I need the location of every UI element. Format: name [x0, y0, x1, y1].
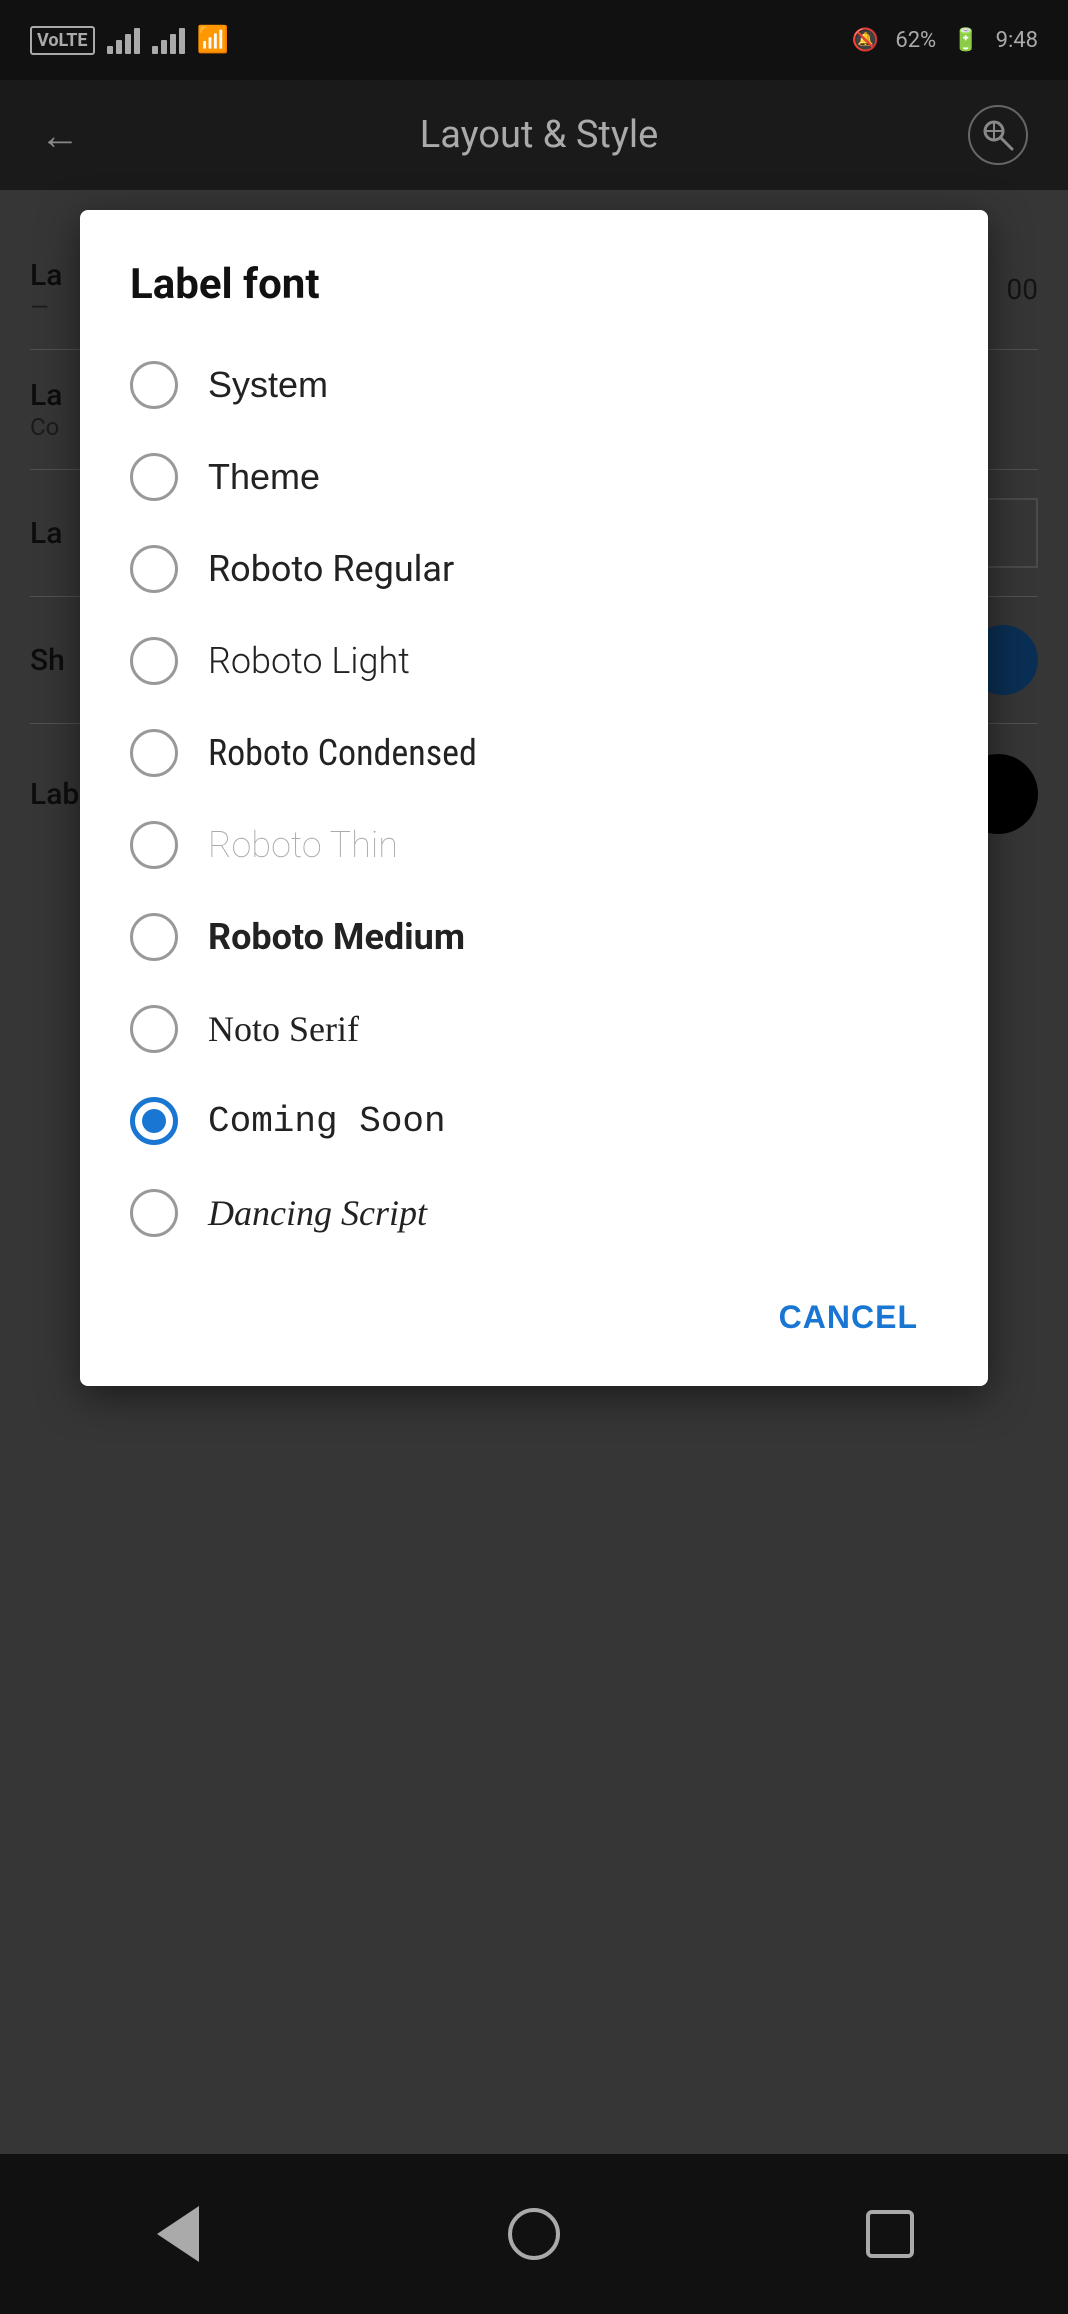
font-label-roboto-regular: Roboto Regular [208, 548, 454, 590]
home-nav-button[interactable] [494, 2194, 574, 2274]
font-option-roboto-condensed[interactable]: Roboto Condensed [130, 707, 938, 799]
clock: 9:48 [996, 28, 1038, 53]
font-option-roboto-medium[interactable]: Roboto Medium [130, 891, 938, 983]
signal-bar [170, 34, 176, 54]
font-label-dancing-script: Dancing Script [208, 1192, 427, 1234]
font-option-theme[interactable]: Theme [130, 431, 938, 523]
radio-roboto-condensed[interactable] [130, 729, 178, 777]
recent-nav-button[interactable] [850, 2194, 930, 2274]
radio-noto-serif[interactable] [130, 1005, 178, 1053]
wifi-icon: 📶 [197, 25, 229, 55]
font-label-theme: Theme [208, 456, 320, 498]
font-options-list: System Theme Roboto Regular Roboto Light… [130, 339, 938, 1259]
font-option-noto-serif[interactable]: Noto Serif [130, 983, 938, 1075]
font-option-roboto-thin[interactable]: Roboto Thin [130, 799, 938, 891]
font-option-roboto-light[interactable]: Roboto Light [130, 615, 938, 707]
font-option-roboto-regular[interactable]: Roboto Regular [130, 523, 938, 615]
radio-roboto-regular[interactable] [130, 545, 178, 593]
radio-system[interactable] [130, 361, 178, 409]
recent-nav-icon [866, 2210, 914, 2258]
dialog-title: Label font [130, 260, 938, 309]
radio-roboto-light[interactable] [130, 637, 178, 685]
battery-percent: 62% [895, 28, 936, 53]
font-label-roboto-condensed: Roboto Condensed [208, 732, 477, 774]
cancel-button[interactable]: CANCEL [759, 1289, 938, 1346]
font-option-dancing-script[interactable]: Dancing Script [130, 1167, 938, 1259]
font-label-roboto-medium: Roboto Medium [208, 916, 465, 958]
signal-bars-2 [152, 26, 185, 54]
status-right: 🔕 62% 🔋 9:48 [852, 28, 1038, 53]
battery-icon: 🔋 [952, 28, 979, 53]
signal-bar [107, 46, 113, 54]
radio-coming-soon[interactable] [130, 1097, 178, 1145]
font-option-coming-soon[interactable]: Coming Soon [130, 1075, 938, 1167]
radio-theme[interactable] [130, 453, 178, 501]
signal-bars-1 [107, 26, 140, 54]
signal-bar [125, 34, 131, 54]
back-nav-icon [157, 2206, 199, 2262]
signal-bar [116, 40, 122, 54]
dialog-footer: CANCEL [130, 1269, 938, 1346]
back-button[interactable]: ← [40, 112, 80, 159]
search-button[interactable] [968, 105, 1028, 165]
search-icon [980, 117, 1016, 153]
font-label-system: System [208, 364, 328, 406]
font-label-roboto-thin: Roboto Thin [208, 824, 398, 866]
status-left: VoLTE 📶 [30, 25, 229, 55]
signal-bar [134, 28, 140, 54]
back-nav-button[interactable] [138, 2194, 218, 2274]
signal-bar [152, 46, 158, 54]
font-dialog: Label font System Theme Roboto Regular R… [80, 210, 988, 1386]
home-nav-icon [508, 2208, 560, 2260]
bottom-nav [0, 2154, 1068, 2314]
signal-bar [161, 40, 167, 54]
signal-bar [179, 28, 185, 54]
radio-roboto-thin[interactable] [130, 821, 178, 869]
status-bar: VoLTE 📶 🔕 62% 🔋 9:48 [0, 0, 1068, 80]
font-label-coming-soon: Coming Soon [208, 1101, 446, 1142]
radio-dancing-script[interactable] [130, 1189, 178, 1237]
font-label-roboto-light: Roboto Light [208, 640, 410, 682]
font-label-noto-serif: Noto Serif [208, 1008, 359, 1050]
volte-indicator: VoLTE [30, 26, 95, 55]
mute-icon: 🔕 [852, 28, 879, 53]
top-nav: ← Layout & Style [0, 80, 1068, 190]
radio-roboto-medium[interactable] [130, 913, 178, 961]
font-option-system[interactable]: System [130, 339, 938, 431]
page-title: Layout & Style [110, 113, 968, 157]
